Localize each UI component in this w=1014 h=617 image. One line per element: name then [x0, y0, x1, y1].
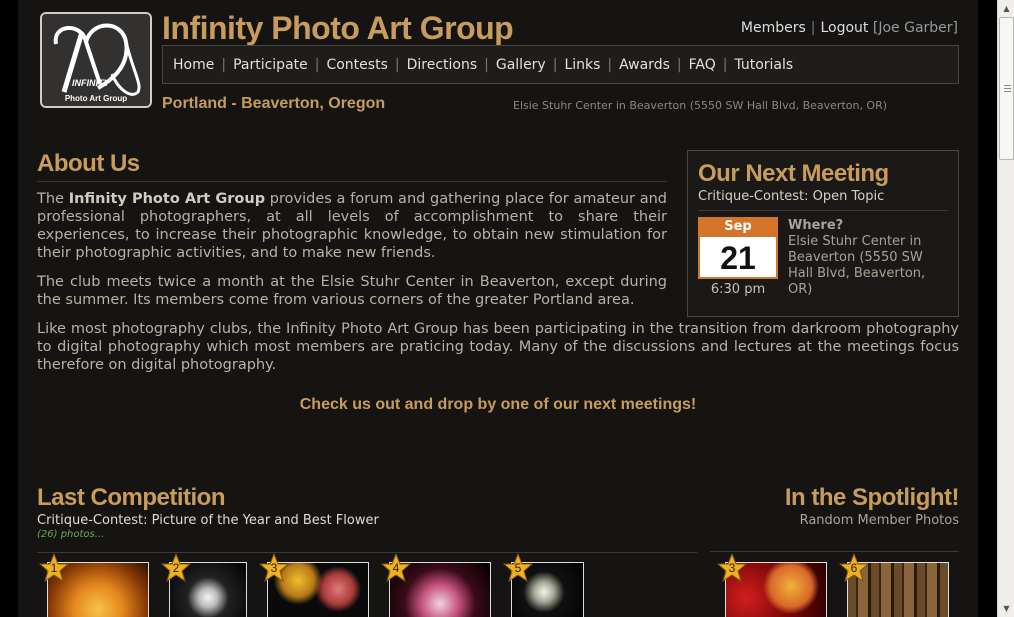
nav-item-contests[interactable]: Contests [326, 57, 387, 73]
logo-word: INFINITY [72, 78, 110, 88]
rank-star-4: 4 [381, 553, 411, 583]
competition-heading-block: Last Competition Critique-Contest: Pictu… [37, 484, 697, 553]
nav-item-home[interactable]: Home [173, 57, 214, 73]
rank-label: 5 [514, 561, 522, 575]
nav-item-awards[interactable]: Awards [619, 57, 670, 73]
location-label: Portland - Beaverton, Oregon [162, 95, 386, 112]
competition-photo-count-link[interactable]: (26) photos... [37, 529, 697, 540]
spotlight-subtitle: Random Member Photos [799, 513, 959, 528]
about-heading: About Us [37, 150, 140, 177]
nav-item-tutorials[interactable]: Tutorials [734, 57, 793, 73]
main-navigation: Home | Participate | Contests | Directions |… [162, 45, 959, 84]
rank-label: 6 [850, 561, 858, 575]
rank-label: 3 [728, 561, 736, 575]
scroll-up-arrow-icon[interactable]: ▲ [998, 0, 1014, 17]
rank-star-2: 2 [161, 553, 191, 583]
spotlight-heading: In the Spotlight! [784, 484, 960, 511]
calendar-day: 21 [698, 237, 778, 279]
spotlight-star-1: 3 [717, 553, 747, 583]
rank-label: 4 [392, 561, 400, 575]
address-label: Elsie Stuhr Center in Beaverton (5550 SW… [513, 99, 888, 112]
competition-subtitle: Critique-Contest: Picture of the Year an… [37, 513, 379, 528]
vertical-scrollbar[interactable]: ▲ ▼ [997, 0, 1014, 617]
where-text: Elsie Stuhr Center in Beaverton (5550 SW… [788, 234, 926, 297]
spotlight-star-2: 6 [839, 553, 869, 583]
rank-star-3: 3 [259, 553, 289, 583]
about-paragraph-3: Like most photography clubs, the Infinit… [37, 321, 959, 373]
meeting-location: Where? Elsie Stuhr Center in Beaverton (… [788, 218, 948, 298]
user-links: Members | Logout [Joe Garber] [741, 20, 958, 36]
members-link[interactable]: Members [741, 20, 806, 36]
site-title[interactable]: Infinity Photo Art Group [162, 10, 514, 47]
meeting-time: 6:30 pm [710, 282, 766, 297]
about-paragraph-1: The Infinity Photo Art Group provides a … [37, 191, 668, 261]
meeting-topic: Critique-Contest: Open Topic [698, 189, 948, 211]
calendar-date: Sep 21 6:30 pm [698, 217, 778, 297]
nav-item-gallery[interactable]: Gallery [496, 57, 546, 73]
scroll-down-arrow-icon[interactable]: ▼ [998, 600, 1014, 617]
rank-star-1: 1 [39, 553, 69, 583]
scrollbar-thumb[interactable] [999, 17, 1014, 160]
username-label: [Joe Garber] [872, 20, 958, 36]
rank-label: 3 [270, 561, 278, 575]
call-to-action: Check us out and drop by one of our next… [299, 396, 697, 413]
next-meeting-heading: Our Next Meeting [698, 160, 889, 187]
rank-label: 2 [172, 561, 180, 575]
page-container: INFINITY Photo Art Group Infinity Photo … [18, 0, 978, 617]
spotlight-heading-block: In the Spotlight! Random Member Photos [710, 484, 960, 552]
about-heading-block: About Us [37, 150, 667, 182]
where-label: Where? [788, 218, 844, 233]
nav-item-directions[interactable]: Directions [407, 57, 478, 73]
competition-heading: Last Competition [37, 484, 226, 511]
nav-item-links[interactable]: Links [564, 57, 600, 73]
rank-star-5: 5 [503, 553, 533, 583]
site-logo[interactable]: INFINITY Photo Art Group [40, 12, 152, 108]
separator: | [810, 20, 816, 36]
nav-item-participate[interactable]: Participate [233, 57, 308, 73]
logo-subtitle: Photo Art Group [64, 94, 128, 103]
next-meeting-box: Our Next Meeting Critique-Contest: Open … [687, 150, 959, 317]
logout-link[interactable]: Logout [820, 20, 868, 36]
about-paragraph-2: The club meets twice a month at the Elsi… [37, 274, 667, 308]
nav-item-faq[interactable]: FAQ [689, 57, 716, 73]
club-name: Infinity Photo Art Group [68, 191, 266, 207]
rank-label: 1 [50, 561, 58, 575]
calendar-month: Sep [698, 217, 778, 237]
